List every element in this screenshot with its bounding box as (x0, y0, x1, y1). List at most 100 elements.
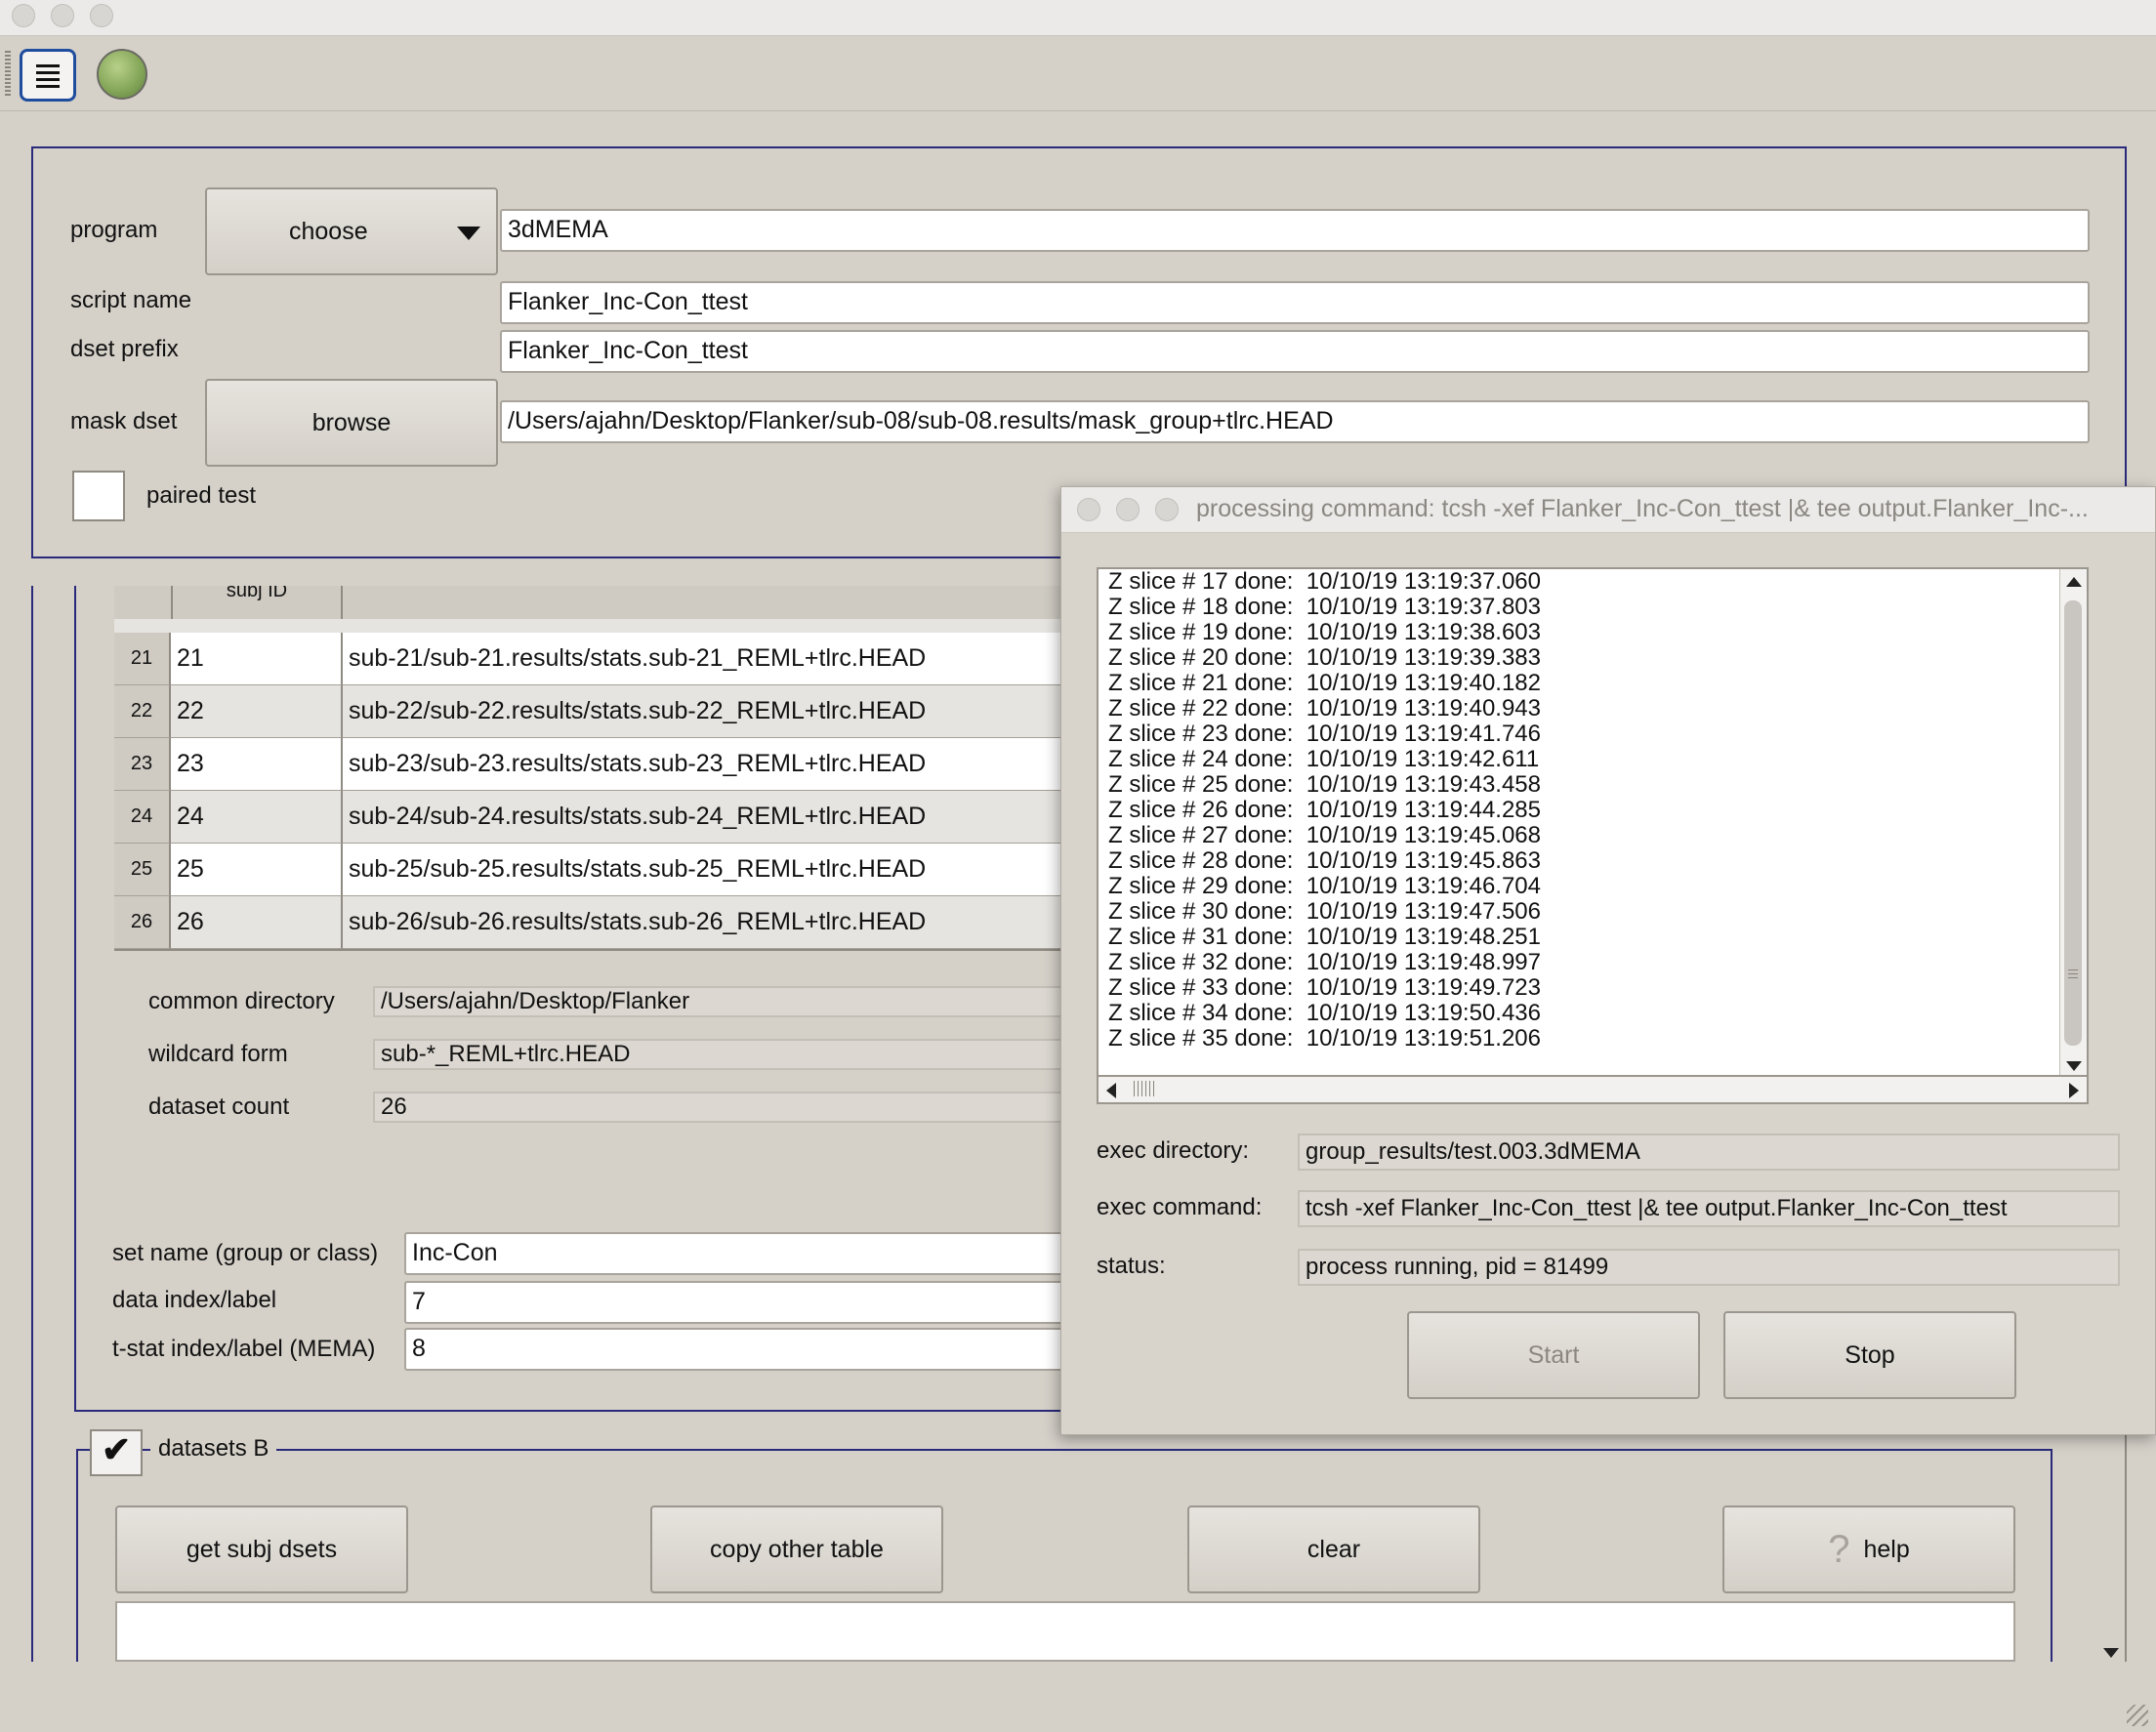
get-subj-dsets-button[interactable]: get subj dsets (115, 1505, 408, 1593)
minimize-window-icon[interactable] (51, 4, 74, 27)
help-button[interactable]: ? help (1722, 1505, 2015, 1593)
subj-id-header[interactable]: subj ID (171, 586, 343, 619)
log-vertical-scrollbar[interactable] (2059, 569, 2087, 1075)
mask-dset-label: mask dset (70, 408, 178, 434)
start-button[interactable]: Start (1407, 1311, 1700, 1399)
dataset-cell[interactable]: sub-24/sub-24.results/stats.sub-24_REML+… (343, 791, 1061, 844)
table-row[interactable]: 21 21 sub-21/sub-21.results/stats.sub-21… (114, 633, 1061, 685)
proc-minimize-icon[interactable] (1116, 498, 1140, 521)
scroll-left-icon[interactable] (1106, 1083, 1116, 1098)
log-line: Z slice # 18 done: 10/10/19 13:19:37.803 (1108, 594, 1542, 620)
program-choose-button[interactable]: choose (205, 187, 498, 275)
close-window-icon[interactable] (12, 4, 35, 27)
globe-button[interactable] (97, 49, 147, 100)
copy-other-table-button[interactable]: copy other table (650, 1505, 943, 1593)
dset-prefix-field[interactable]: Flanker_Inc-Con_ttest (500, 330, 2090, 373)
stop-button[interactable]: Stop (1723, 1311, 2016, 1399)
row-number: 23 (114, 738, 171, 791)
scroll-down-icon[interactable] (2103, 1648, 2119, 1658)
log-line: Z slice # 34 done: 10/10/19 13:19:50.436 (1108, 1000, 1542, 1026)
script-name-field[interactable]: Flanker_Inc-Con_ttest (500, 281, 2090, 324)
log-line: Z slice # 28 done: 10/10/19 13:19:45.863 (1108, 847, 1542, 874)
log-line: Z slice # 20 done: 10/10/19 13:19:39.383 (1108, 644, 1542, 671)
log-line: Z slice # 22 done: 10/10/19 13:19:40.943 (1108, 695, 1542, 722)
exec-directory-value: group_results/test.003.3dMEMA (1298, 1134, 2120, 1171)
scroll-down-icon[interactable] (2066, 1061, 2082, 1071)
triangle-down-icon (457, 227, 480, 240)
table-row[interactable]: 22 22 sub-22/sub-22.results/stats.sub-22… (114, 685, 1061, 738)
subj-id-cell[interactable]: 24 (171, 791, 343, 844)
help-label: help (1863, 1535, 1910, 1563)
set-name-field[interactable]: Inc-Con (404, 1232, 1068, 1275)
subj-id-cell[interactable]: 22 (171, 685, 343, 738)
data-index-field[interactable]: 7 (404, 1281, 1068, 1324)
log-line: Z slice # 17 done: 10/10/19 13:19:37.060 (1108, 568, 1542, 595)
log-line: Z slice # 25 done: 10/10/19 13:19:43.458 (1108, 771, 1542, 798)
table-row[interactable]: 25 25 sub-25/sub-25.results/stats.sub-25… (114, 844, 1061, 896)
subj-id-cell[interactable]: 25 (171, 844, 343, 896)
subj-id-cell[interactable]: 23 (171, 738, 343, 791)
exec-directory-label: exec directory: (1097, 1137, 1250, 1164)
processing-titlebar: processing command: tcsh -xef Flanker_In… (1061, 487, 2155, 533)
dset-prefix-label: dset prefix (70, 336, 179, 362)
scroll-up-icon[interactable] (2066, 577, 2082, 587)
log-line: Z slice # 26 done: 10/10/19 13:19:44.285 (1108, 797, 1542, 823)
table-bottom-border (114, 949, 1061, 951)
processing-window: processing command: tcsh -xef Flanker_In… (1060, 486, 2156, 1435)
table-row[interactable]: 23 23 sub-23/sub-23.results/stats.sub-23… (114, 738, 1061, 791)
log-scroll-thumb[interactable] (2064, 600, 2082, 1046)
main-vertical-scrollbar[interactable] (2097, 1435, 2125, 1668)
table-row[interactable]: 24 24 sub-24/sub-24.results/stats.sub-24… (114, 791, 1061, 844)
dataset-cell[interactable]: sub-23/sub-23.results/stats.sub-23_REML+… (343, 738, 1061, 791)
log-line: Z slice # 24 done: 10/10/19 13:19:42.611 (1108, 746, 1540, 772)
row-number: 21 (114, 633, 171, 685)
dataset-cell[interactable]: sub-22/sub-22.results/stats.sub-22_REML+… (343, 685, 1061, 738)
program-field[interactable]: 3dMEMA (500, 209, 2090, 252)
set-name-label: set name (group or class) (112, 1240, 379, 1266)
log-line: Z slice # 30 done: 10/10/19 13:19:47.506 (1108, 898, 1542, 925)
common-directory-label: common directory (148, 988, 335, 1014)
row-number: 25 (114, 844, 171, 896)
datasets-b-table[interactable] (115, 1601, 2015, 1662)
log-line: Z slice # 19 done: 10/10/19 13:19:38.603 (1108, 619, 1542, 645)
log-line: Z slice # 33 done: 10/10/19 13:19:49.723 (1108, 974, 1542, 1001)
zoom-window-icon[interactable] (90, 4, 113, 27)
script-name-label: script name (70, 287, 192, 313)
mask-dset-field[interactable]: /Users/ajahn/Desktop/Flanker/sub-08/sub-… (500, 400, 2090, 443)
resize-grip-icon[interactable] (2127, 1705, 2148, 1726)
clear-button[interactable]: clear (1187, 1505, 1480, 1593)
proc-zoom-icon[interactable] (1155, 498, 1179, 521)
row-number: 26 (114, 896, 171, 949)
subj-id-cell[interactable]: 21 (171, 633, 343, 685)
mask-browse-button[interactable]: browse (205, 379, 498, 467)
dataset-cell[interactable]: sub-25/sub-25.results/stats.sub-25_REML+… (343, 844, 1061, 896)
tstat-index-field[interactable]: 8 (404, 1328, 1068, 1371)
datasets-b-checkbox[interactable]: ✔ (90, 1429, 143, 1476)
bottom-area (0, 1662, 2156, 1732)
dataset-cell[interactable]: sub-21/sub-21.results/stats.sub-21_REML+… (343, 633, 1061, 685)
scroll-right-icon[interactable] (2069, 1083, 2079, 1098)
program-label: program (70, 217, 158, 243)
dataset-count-value: 26 (373, 1092, 1066, 1123)
log-horizontal-scrollbar[interactable] (1097, 1077, 2089, 1104)
table-header: subj ID (114, 586, 1061, 621)
dataset-count-label: dataset count (148, 1093, 290, 1120)
hthumb-grip-icon (1134, 1081, 1157, 1096)
proc-close-icon[interactable] (1077, 498, 1100, 521)
checkmark-icon: ✔ (102, 1429, 132, 1469)
menu-button[interactable] (20, 49, 76, 102)
log-line: Z slice # 23 done: 10/10/19 13:19:41.746 (1108, 721, 1542, 747)
data-index-label: data index/label (112, 1287, 277, 1313)
wildcard-form-value: sub-*_REML+tlrc.HEAD (373, 1039, 1066, 1070)
datasets-b-label: datasets B (150, 1435, 277, 1463)
toolbar-grip-icon[interactable] (5, 51, 11, 96)
log-line: Z slice # 21 done: 10/10/19 13:19:40.182 (1108, 670, 1542, 696)
paired-test-checkbox[interactable] (72, 471, 125, 521)
log-line: Z slice # 31 done: 10/10/19 13:19:48.251 (1108, 924, 1542, 950)
table-row[interactable]: 26 26 sub-26/sub-26.results/stats.sub-26… (114, 896, 1061, 949)
output-log[interactable]: Z slice # 17 done: 10/10/19 13:19:37.060… (1097, 567, 2089, 1077)
log-line: Z slice # 32 done: 10/10/19 13:19:48.997 (1108, 949, 1542, 975)
dataset-cell[interactable]: sub-26/sub-26.results/stats.sub-26_REML+… (343, 896, 1061, 949)
subj-id-cell[interactable]: 26 (171, 896, 343, 949)
log-line: Z slice # 29 done: 10/10/19 13:19:46.704 (1108, 873, 1542, 899)
